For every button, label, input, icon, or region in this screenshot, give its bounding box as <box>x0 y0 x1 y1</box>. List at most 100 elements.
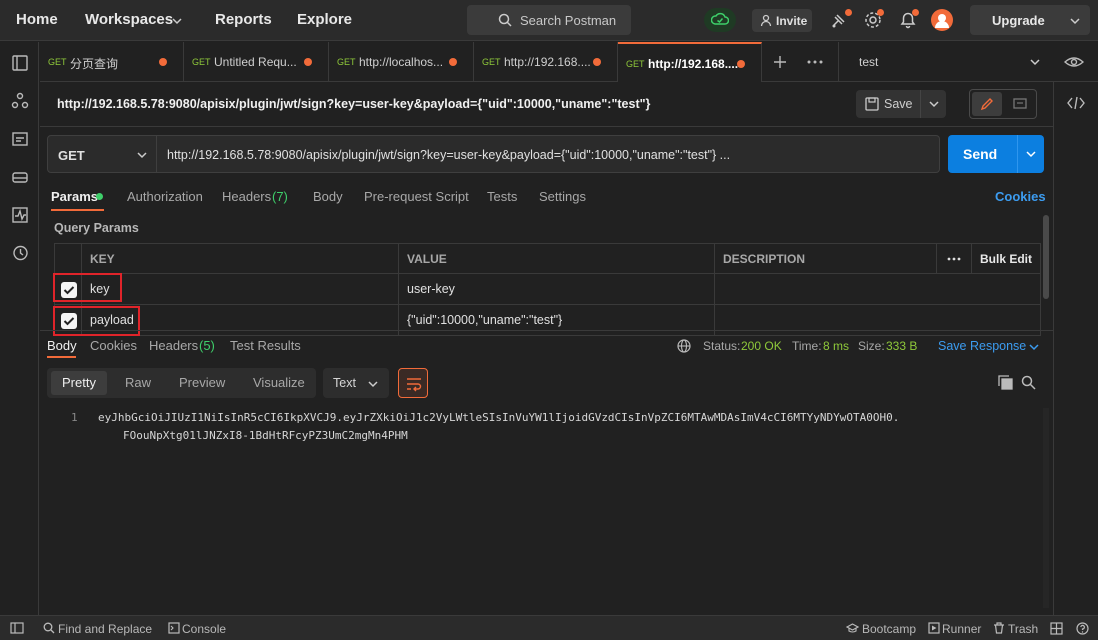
mock-servers-icon[interactable] <box>11 168 29 186</box>
param-description[interactable] <box>715 274 1041 305</box>
param-value[interactable]: user-key <box>399 274 715 305</box>
tab-request-5-active[interactable]: GET http://192.168.... <box>618 42 762 82</box>
environments-icon[interactable] <box>11 130 29 148</box>
eye-icon[interactable] <box>1064 54 1084 70</box>
tab-request-1[interactable]: GET 分页查询 <box>40 42 184 82</box>
size-value: 333 B <box>886 339 918 353</box>
response-tab-body[interactable]: Body <box>47 338 77 353</box>
request-title[interactable]: http://192.168.5.78:9080/apisix/plugin/j… <box>57 97 650 111</box>
active-tab-indicator <box>51 209 104 211</box>
add-user-icon <box>760 14 772 27</box>
text-type-select[interactable]: Text <box>323 368 389 398</box>
tab-request-2[interactable]: GET Untitled Requ... <box>184 42 329 82</box>
edit-mode-button[interactable] <box>972 92 1002 116</box>
chevron-down-icon[interactable] <box>172 16 182 26</box>
tab-label: http://192.168.... <box>504 55 591 69</box>
response-body-line[interactable]: eyJhbGciOiJIUzI1NiIsInR5cCI6IkpXVCJ9.eyJ… <box>98 411 899 424</box>
code-icon[interactable] <box>1067 96 1085 110</box>
apis-icon[interactable] <box>11 92 29 110</box>
unsaved-dot <box>449 58 457 66</box>
format-visualize[interactable]: Visualize <box>253 375 305 390</box>
table-options[interactable] <box>937 243 972 274</box>
request-tabs-bar: GET 分页查询 GET Untitled Requ... GET http:/… <box>40 42 1098 82</box>
nav-explore[interactable]: Explore <box>297 11 352 28</box>
cookies-link[interactable]: Cookies <box>995 189 1046 204</box>
runner-button[interactable]: Runner <box>942 622 981 636</box>
console-icon <box>168 622 180 634</box>
add-tab-icon[interactable] <box>773 55 787 69</box>
tab-params[interactable]: Params <box>51 189 98 204</box>
method-select[interactable]: GET <box>47 135 157 173</box>
wrap-lines-button[interactable] <box>398 368 428 398</box>
save-button[interactable]: Save <box>856 90 946 118</box>
comments-button[interactable] <box>1005 92 1035 116</box>
header-value: VALUE <box>399 243 715 274</box>
format-preview[interactable]: Preview <box>179 375 225 390</box>
sidebar-toggle-icon[interactable] <box>10 622 24 634</box>
tab-headers[interactable]: Headers <box>222 189 271 204</box>
bulk-edit-button[interactable]: Bulk Edit <box>972 243 1041 274</box>
tab-request-4[interactable]: GET http://192.168.... <box>474 42 618 82</box>
params-scrollbar[interactable] <box>1043 215 1049 299</box>
text-type-label: Text <box>333 376 356 390</box>
console-button[interactable]: Console <box>182 622 226 636</box>
trash-button[interactable]: Trash <box>1008 622 1038 636</box>
nav-workspaces[interactable]: Workspaces <box>85 11 173 28</box>
response-scrollbar-track[interactable] <box>1043 408 1049 608</box>
wrap-icon <box>407 378 422 392</box>
nav-home[interactable]: Home <box>16 11 58 28</box>
method-label: GET <box>58 148 85 163</box>
save-response-button[interactable]: Save Response <box>938 339 1026 353</box>
tab-label: http://localhos... <box>359 55 444 69</box>
param-key[interactable]: key <box>82 274 399 305</box>
tab-request-3[interactable]: GET http://localhos... <box>329 42 474 82</box>
query-params-table: KEY VALUE DESCRIPTION Bulk Edit key user… <box>54 243 1041 336</box>
send-button[interactable]: Send <box>948 135 1044 173</box>
nav-reports[interactable]: Reports <box>215 11 272 28</box>
help-icon[interactable] <box>1076 622 1089 635</box>
history-icon[interactable] <box>11 244 29 262</box>
send-options-button[interactable] <box>1017 135 1044 173</box>
status-bar: Find and Replace Console Bootcamp Runner… <box>0 615 1098 640</box>
bootcamp-button[interactable]: Bootcamp <box>862 622 916 636</box>
response-tab-headers[interactable]: Headers <box>149 338 198 353</box>
send-label: Send <box>963 146 998 162</box>
find-replace-button[interactable]: Find and Replace <box>58 622 152 636</box>
upgrade-button[interactable]: Upgrade <box>970 5 1090 35</box>
search-icon <box>43 622 55 634</box>
format-pretty[interactable]: Pretty <box>62 375 96 390</box>
save-options-button[interactable] <box>920 90 946 118</box>
tab-authorization[interactable]: Authorization <box>127 189 203 204</box>
collections-icon[interactable] <box>11 54 29 72</box>
notification-dot <box>912 9 919 16</box>
more-tabs-icon[interactable] <box>807 59 823 65</box>
invite-button[interactable]: Invite <box>752 9 812 32</box>
layout-icon[interactable] <box>1050 622 1063 635</box>
chevron-down-icon[interactable] <box>1029 342 1039 352</box>
response-body-line[interactable]: FOouNpXtg01lJNZxI8-1BdHtRFcyPZ3UmC2mgMn4… <box>123 429 408 442</box>
url-input[interactable]: http://192.168.5.78:9080/apisix/plugin/j… <box>157 135 940 173</box>
monitors-icon[interactable] <box>11 206 29 224</box>
request-title-row: http://192.168.5.78:9080/apisix/plugin/j… <box>40 83 1053 127</box>
save-label: Save <box>884 97 913 111</box>
tab-settings[interactable]: Settings <box>539 189 586 204</box>
chevron-down-icon[interactable] <box>1070 16 1080 26</box>
search-icon[interactable] <box>1021 375 1036 390</box>
format-raw[interactable]: Raw <box>125 375 151 390</box>
tab-method: GET <box>48 57 67 67</box>
tab-tests[interactable]: Tests <box>487 189 517 204</box>
trash-icon <box>994 622 1004 634</box>
tab-body[interactable]: Body <box>313 189 343 204</box>
environment-selector[interactable]: test <box>838 42 1053 82</box>
tab-method: GET <box>482 57 501 67</box>
search-box[interactable]: Search Postman <box>467 5 631 35</box>
tab-prerequest-script[interactable]: Pre-request Script <box>364 189 469 204</box>
avatar[interactable] <box>931 9 953 31</box>
format-toggle: Pretty Raw Preview Visualize <box>47 368 316 398</box>
copy-icon[interactable] <box>998 375 1013 390</box>
tab-label: Untitled Requ... <box>214 55 297 69</box>
response-tab-cookies[interactable]: Cookies <box>90 338 137 353</box>
response-tab-test-results[interactable]: Test Results <box>230 338 301 353</box>
sync-status-icon[interactable] <box>704 8 736 32</box>
globe-icon[interactable] <box>677 339 691 353</box>
